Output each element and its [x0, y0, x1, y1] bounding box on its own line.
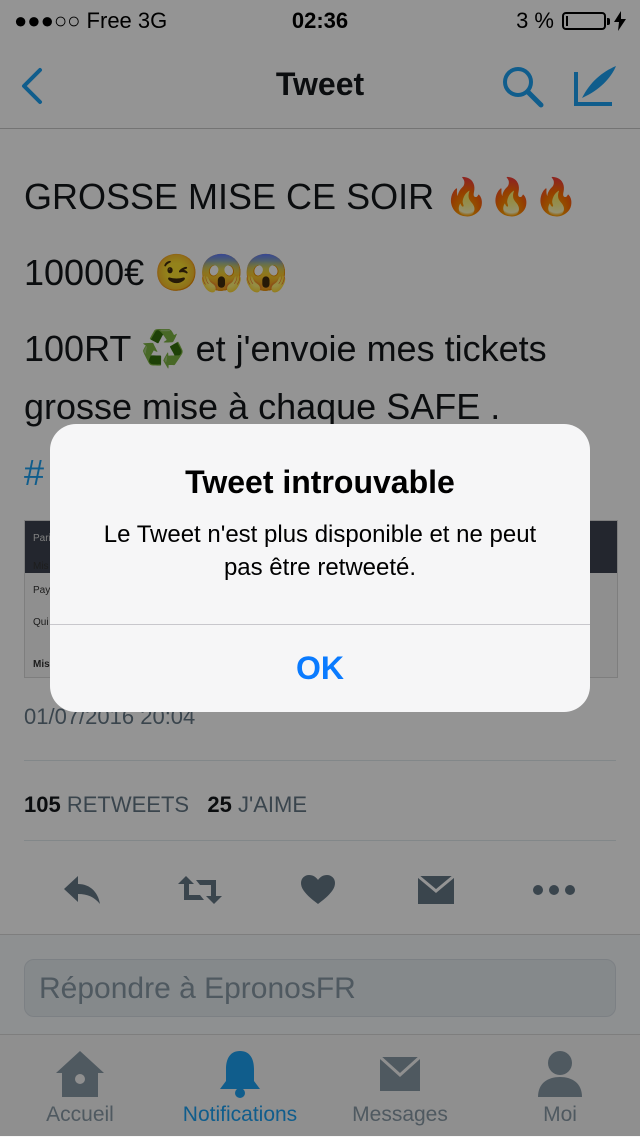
alert-title: Tweet introuvable: [185, 464, 455, 500]
alert-message: Le Tweet n'est plus disponible et ne peu…: [103, 521, 537, 581]
alert-dialog: Tweet introuvable Le Tweet n'est plus di…: [50, 424, 590, 712]
ok-button[interactable]: OK: [50, 625, 590, 712]
